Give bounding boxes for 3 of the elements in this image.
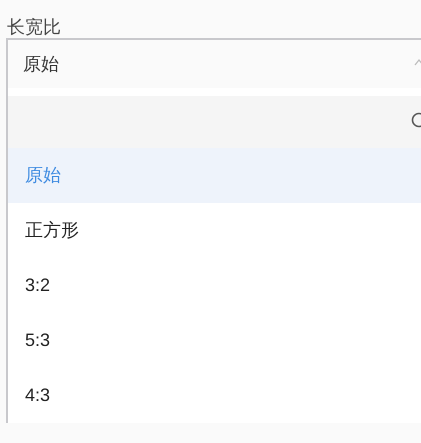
field-label: 长宽比 bbox=[7, 17, 61, 37]
caret-icon bbox=[414, 58, 421, 66]
search-field[interactable] bbox=[8, 96, 421, 148]
